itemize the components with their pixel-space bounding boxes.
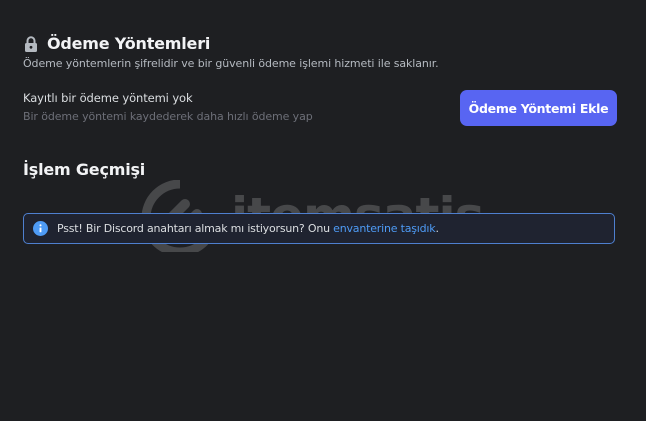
notice-suffix: .: [435, 222, 439, 235]
billing-settings-page: Ödeme Yöntemleri Ödeme yöntemlerin şifre…: [0, 0, 646, 421]
notice-text-container: Psst! Bir Discord anahtarı almak mı isti…: [57, 222, 439, 235]
saved-payment-subtitle: Bir ödeme yöntemi kaydederek daha hızlı …: [23, 110, 313, 123]
discord-key-notice: Psst! Bir Discord anahtarı almak mı isti…: [23, 213, 615, 244]
notice-text: Psst! Bir Discord anahtarı almak mı isti…: [57, 222, 334, 235]
transaction-history-title: İşlem Geçmişi: [23, 160, 146, 179]
payment-methods-header: Ödeme Yöntemleri: [24, 34, 210, 53]
info-icon: [33, 221, 48, 236]
saved-payment-title: Kayıtlı bir ödeme yöntemi yok: [23, 91, 193, 105]
inventory-link[interactable]: envanterine taşıdık: [333, 222, 436, 235]
saved-payment-info: Kayıtlı bir ödeme yöntemi yok Bir ödeme …: [23, 91, 313, 123]
lock-icon: [25, 35, 37, 52]
add-payment-method-button[interactable]: Ödeme Yöntemi Ekle: [460, 90, 617, 126]
payment-methods-subtitle: Ödeme yöntemlerin şifrelidir ve bir güve…: [23, 57, 439, 70]
payment-methods-title: Ödeme Yöntemleri: [47, 34, 211, 53]
